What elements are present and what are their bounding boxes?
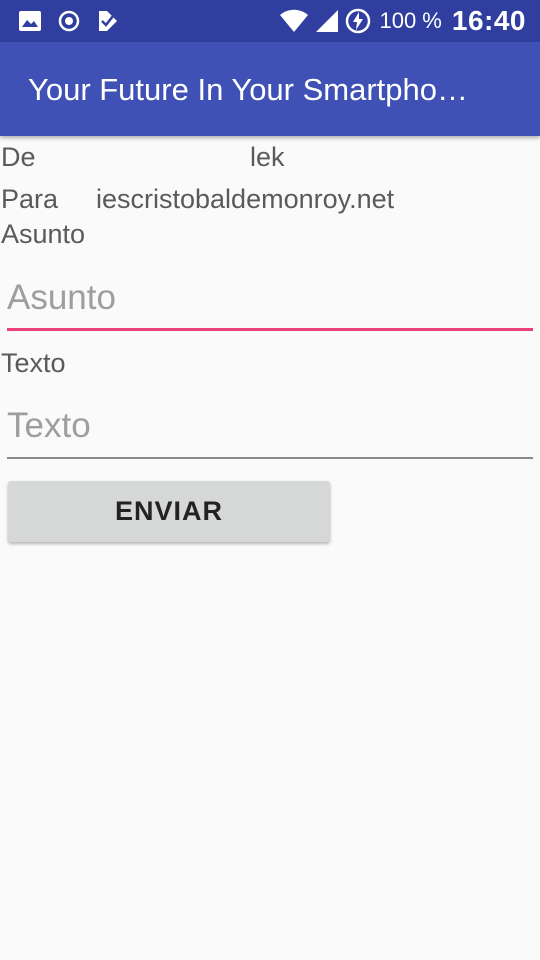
battery-percentage: 100 % [379,8,442,33]
battery-charging-icon [345,8,371,34]
to-value: iescristobaldemonroy.net [96,184,395,214]
text-field[interactable] [7,399,533,459]
subject-field[interactable] [7,271,533,331]
status-bar: 100 % 16:40 [0,0,540,42]
text-label: Texto [1,348,66,378]
send-button[interactable]: ENVIAR [8,481,330,542]
from-label: De [1,142,36,172]
record-icon [58,10,80,32]
text-underline [7,457,533,459]
to-label: Para [1,184,59,214]
signal-icon [315,9,339,33]
wifi-icon [279,9,309,33]
from-value: lek [250,142,285,172]
app-bar: Your Future In Your Smartpho… [0,42,540,136]
subject-underline [7,328,533,331]
text-input[interactable] [7,399,533,453]
status-bar-right: 100 % 16:40 [279,0,526,42]
app-title: Your Future In Your Smartpho… [28,72,469,107]
status-clock: 16:40 [451,5,526,36]
subject-label: Asunto [1,219,86,249]
check-flag-icon [96,9,120,33]
subject-input[interactable] [7,271,533,325]
image-icon [18,10,42,32]
status-bar-left [18,8,120,34]
